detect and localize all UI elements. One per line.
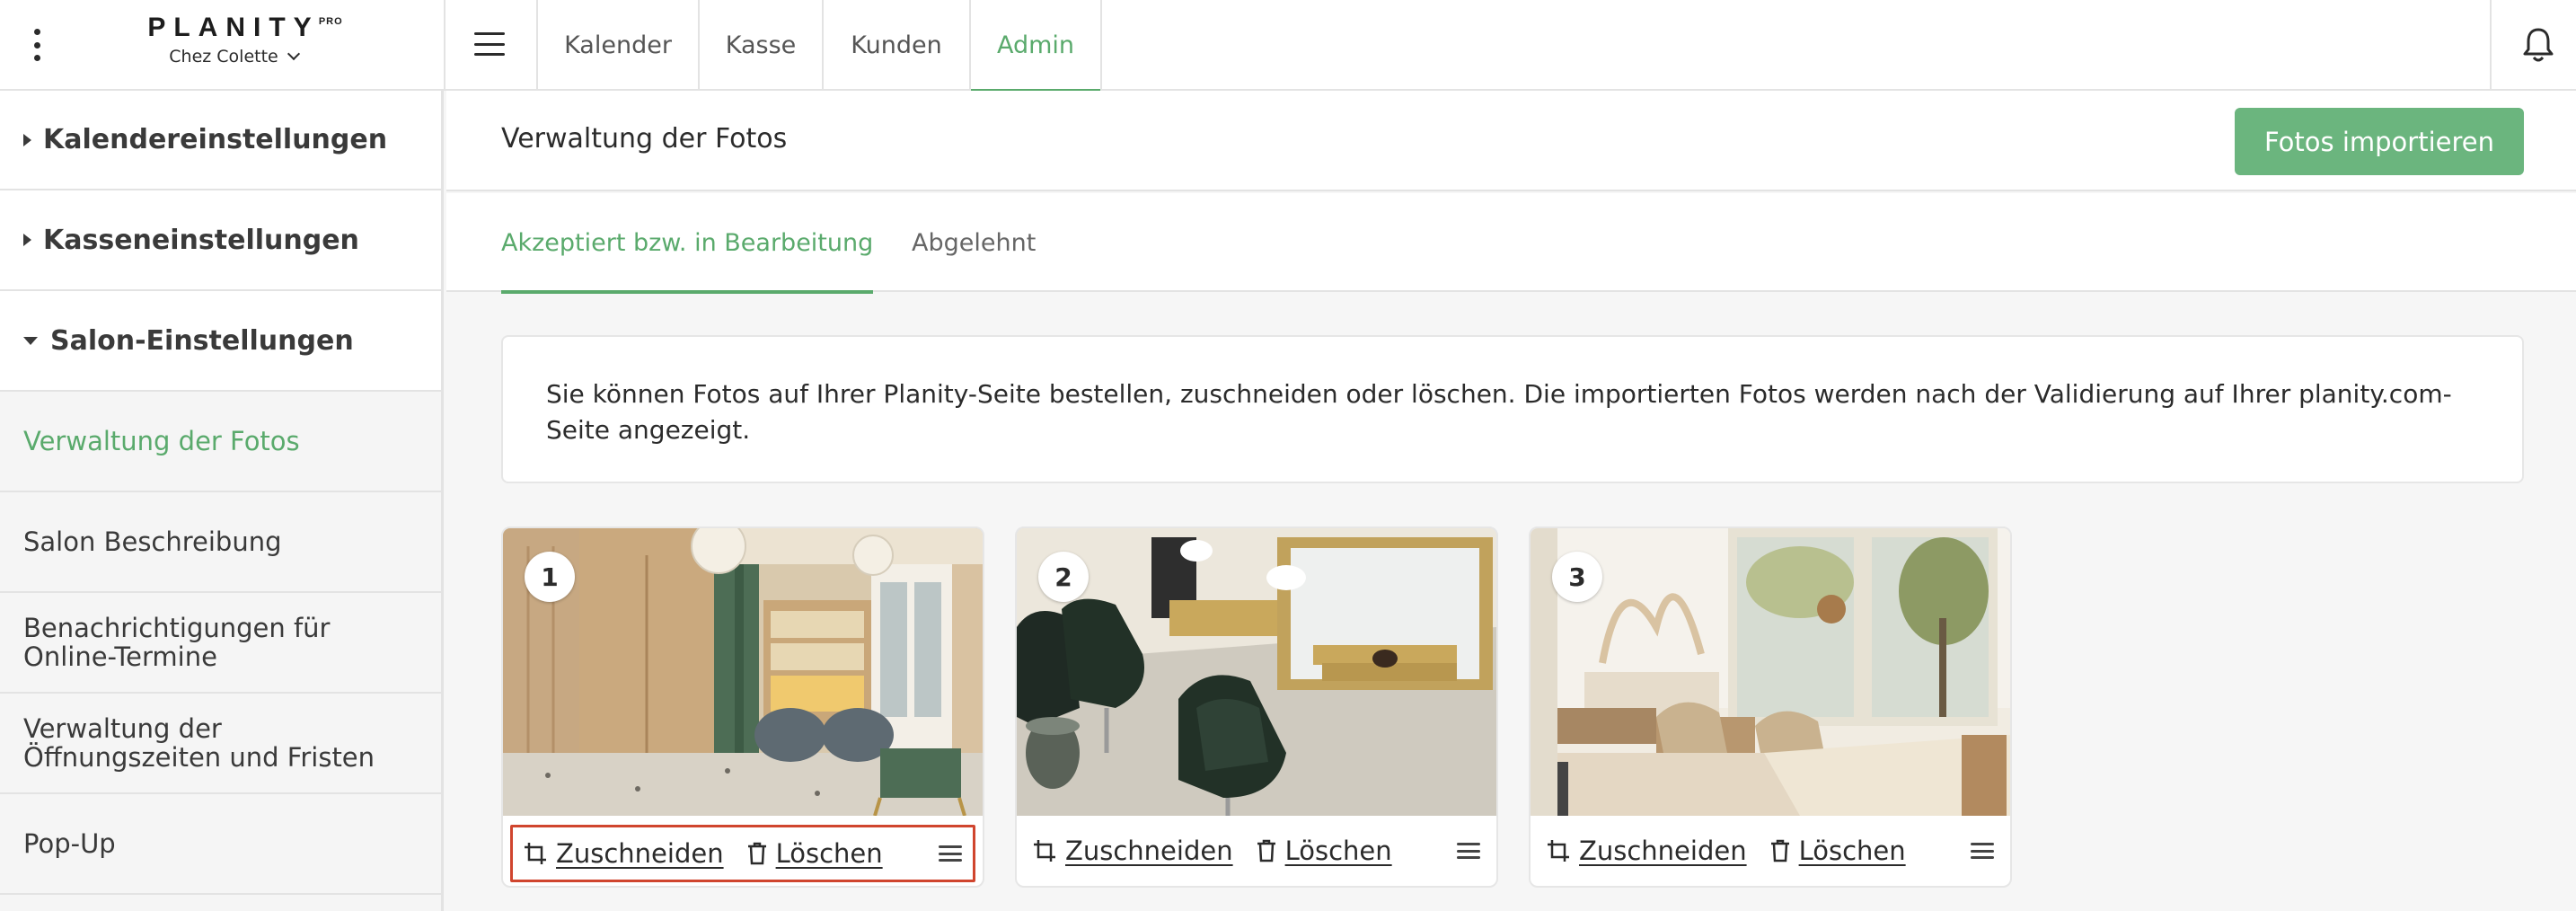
nav-tab-admin[interactable]: Admin (971, 0, 1100, 93)
delete-button[interactable]: Löschen (1770, 836, 1906, 866)
photo-card: 2 Zuschneiden Löschen (1015, 526, 1498, 888)
salon-name: Chez Colette (169, 47, 278, 66)
info-box: Sie können Fotos auf Ihrer Planity-Seite… (501, 335, 2524, 483)
photo-actions-bar: Zuschneiden Löschen (1017, 816, 1496, 886)
main-header: Verwaltung der Fotos Fotos importieren (446, 91, 2576, 191)
photo-actions-bar: Zuschneiden Löschen (1531, 816, 2010, 886)
caret-down-icon (23, 336, 38, 345)
photo-number-badge: 3 (1552, 552, 1602, 602)
delete-label: Löschen (775, 838, 883, 869)
nav-tab-label: Kalender (564, 31, 672, 59)
crop-icon (525, 843, 546, 864)
import-photos-button[interactable]: Fotos importieren (2235, 108, 2524, 175)
planity-logo: PLANITY PRO (147, 13, 341, 43)
tab-label: Akzeptiert bzw. in Bearbeitung (501, 228, 874, 257)
sidebar-item-verwaltung-der-fotos[interactable]: Verwaltung der Fotos (0, 392, 441, 492)
bell-icon[interactable] (2520, 25, 2556, 65)
sidebar: Kalendereinstellungen Kasseneinstellunge… (0, 91, 444, 911)
drag-handle-icon[interactable] (939, 845, 962, 862)
brand: PLANITY PRO Chez Colette (108, 13, 359, 66)
delete-label: Löschen (1798, 836, 1906, 866)
crop-label: Zuschneiden (556, 838, 724, 869)
sidebar-item-benachrichtigungen[interactable]: Benachrichtigungen für Online-Termine (0, 593, 441, 694)
delete-button[interactable]: Löschen (1257, 836, 1392, 866)
salon-photo[interactable]: 2 (1017, 528, 1496, 816)
salon-photo[interactable]: 1 (503, 528, 983, 816)
nav-tab-label: Admin (996, 31, 1075, 59)
nav-tab-kalender[interactable]: Kalender (538, 0, 698, 91)
sidebar-item-pop-up[interactable]: Pop-Up (0, 794, 441, 895)
caret-right-icon (23, 234, 31, 246)
nav-tab-label: Kasse (725, 31, 797, 59)
sidebar-section-salon-einstellungen[interactable]: Salon-Einstellungen (0, 291, 441, 392)
page-title: Verwaltung der Fotos (501, 123, 788, 155)
trash-icon (1770, 839, 1789, 862)
nav-tab-kasse[interactable]: Kasse (700, 0, 822, 91)
sidebar-section-label: Kasseneinstellungen (43, 224, 359, 256)
delete-label: Löschen (1284, 836, 1392, 866)
tab-label: Abgelehnt (912, 228, 1037, 257)
drag-handle-icon[interactable] (1457, 843, 1480, 859)
divider (444, 0, 446, 91)
sidebar-item-label: Verwaltung der Fotos (23, 426, 300, 456)
active-tab-indicator (501, 290, 874, 294)
sidebar-item-label: Benachrichtigungen für Online-Termine (23, 613, 331, 672)
nav-tab-label: Kunden (851, 31, 942, 59)
trash-icon (747, 842, 766, 865)
photo-card: 3 Zuschneiden Löschen (1529, 526, 2012, 888)
sidebar-item-salon-beschreibung[interactable]: Salon Beschreibung (0, 492, 441, 593)
tab-accepted[interactable]: Akzeptiert bzw. in Bearbeitung (501, 193, 874, 294)
delete-button[interactable]: Löschen (747, 838, 883, 869)
sidebar-section-kalendereinstellungen[interactable]: Kalendereinstellungen (0, 91, 441, 190)
tab-rejected[interactable]: Abgelehnt (912, 193, 1036, 292)
top-bar: PLANITY PRO Chez Colette Kalender Kasse … (0, 0, 2576, 93)
sidebar-section-label: Kalendereinstellungen (43, 124, 388, 155)
info-text: Sie können Fotos auf Ihrer Planity-Seite… (546, 379, 2452, 445)
chevron-down-icon (287, 47, 300, 61)
sidebar-item-label: Pop-Up (23, 828, 116, 859)
crop-label: Zuschneiden (1579, 836, 1747, 866)
caret-right-icon (23, 133, 31, 146)
photo-actions-bar: Zuschneiden Löschen (510, 825, 975, 882)
crop-button[interactable]: Zuschneiden (1547, 836, 1747, 866)
divider (2490, 0, 2492, 91)
more-vertical-icon[interactable] (22, 27, 52, 63)
photo-number-badge: 1 (525, 552, 575, 602)
photo-card: 1 Zuschneiden Löschen (501, 526, 984, 888)
salon-photo[interactable]: 3 (1531, 528, 2010, 816)
sidebar-section-kasseneinstellungen[interactable]: Kasseneinstellungen (0, 190, 441, 291)
crop-icon (1034, 840, 1055, 862)
sidebar-item-oeffnungszeiten[interactable]: Verwaltung der Öffnungszeiten und Friste… (0, 694, 441, 794)
trash-icon (1257, 839, 1275, 862)
photo-number-badge: 2 (1038, 552, 1089, 602)
nav-tab-kunden[interactable]: Kunden (824, 0, 969, 91)
salon-selector[interactable]: Chez Colette (169, 47, 300, 66)
sidebar-item-label: Verwaltung der Öffnungszeiten und Friste… (23, 713, 375, 773)
pro-badge: PRO (318, 16, 343, 27)
crop-button[interactable]: Zuschneiden (1033, 836, 1233, 866)
brand-name: PLANITY (147, 13, 320, 42)
sidebar-item-label: Salon Beschreibung (23, 526, 282, 557)
divider (1100, 0, 1102, 91)
drag-handle-icon[interactable] (1971, 843, 1994, 859)
crop-button[interactable]: Zuschneiden (524, 838, 724, 869)
crop-icon (1548, 840, 1569, 862)
menu-icon[interactable] (474, 32, 505, 56)
photo-status-tabs: Akzeptiert bzw. in Bearbeitung Abgelehnt (446, 193, 2576, 294)
crop-label: Zuschneiden (1065, 836, 1233, 866)
sidebar-section-label: Salon-Einstellungen (50, 324, 354, 357)
